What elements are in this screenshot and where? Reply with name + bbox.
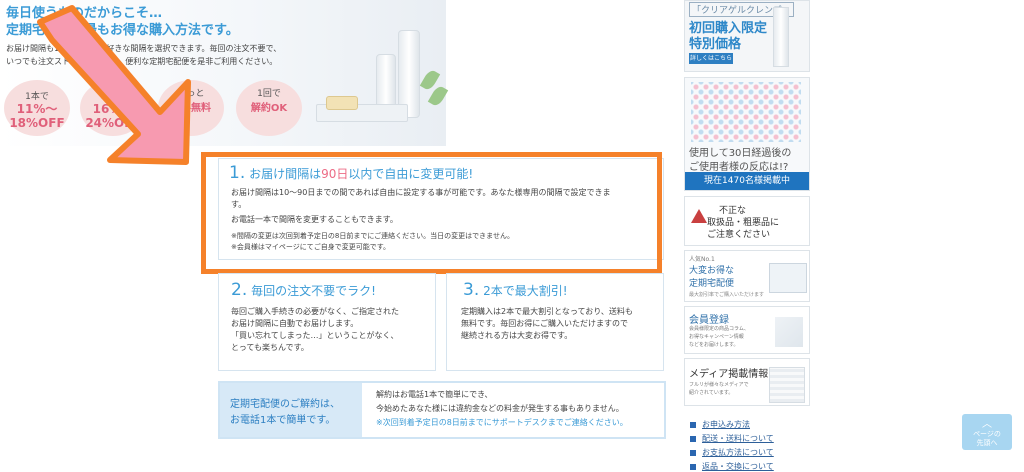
banner-4-sub: 最大割引率でご購入いただけます [689, 292, 765, 298]
pointer-arrow-icon [37, 5, 191, 165]
feature-3-line3: 継続される方は大変お得です。 [461, 331, 573, 340]
banner-5-title: 会員登録 [689, 315, 729, 326]
feature-section-2: 2. 毎回の注文不要でラク! 毎回ご購入手続きの必要がなく、ご指定された お届け… [218, 273, 436, 371]
banner-media-info[interactable]: メディア掲載情報 フルリが様々なメディアで 紹介されています。 [684, 358, 810, 406]
link-payment[interactable]: お支払方法について [690, 447, 774, 458]
feature-2-number: 2. [231, 280, 248, 300]
banner-2-line1: 使用して30日経過後の [689, 148, 792, 159]
feature-2-line4: とっても楽ちんです。 [231, 343, 309, 352]
feature-3-line1: 定期購入は2本で最大割引となっており、送料も [461, 307, 633, 316]
banner-2-line2: ご使用者様の反応は!? [689, 162, 789, 173]
link-shipping[interactable]: 配送・送料について [690, 433, 774, 444]
banner-1-bottle-image [773, 7, 789, 67]
feature-section-3: 3. 2本で最大割引! 定期購入は2本で最大割引となっており、送料も 無料です。… [446, 273, 664, 371]
benefit-4-top: 1回で [257, 89, 281, 99]
feature-2-title: 2. 毎回の注文不要でラク! [231, 280, 376, 300]
feature-3-line2: 無料です。毎回お得にご購入いただけますので [461, 319, 629, 328]
product-soap [326, 96, 358, 110]
member-image [775, 317, 803, 347]
banner-user-reviews[interactable]: 使用して30日経過後の ご使用者様の反応は!? 現在1470名様掲載中 [684, 77, 810, 191]
delivery-box-image [769, 263, 807, 293]
back-to-top-line1: ページの [973, 430, 1001, 438]
feature-2-line1: 毎回ご購入手続きの必要がなく、ご指定された [231, 307, 399, 316]
back-to-top-line2: 先頭へ [976, 439, 998, 447]
feature-2-line3: 「買い忘れてしまった…」ということがなく、 [231, 331, 399, 340]
cancel-info-box: 定期宅配便のご解約は、 お電話1本で簡単です。 解約はお電話1本で簡単にでき、 … [218, 381, 666, 439]
benefit-4-main: 解約OK [250, 103, 288, 114]
back-to-top-button[interactable]: ︿ ページの 先頭へ [962, 414, 1012, 450]
feature-2-line2: お届け間隔に自動でお届けします。 [231, 319, 359, 328]
cancel-text-line1: 解約はお電話1本で簡単にでき、 [376, 390, 493, 399]
feature-3-body: 定期購入は2本で最大割引となっており、送料も 無料です。毎回お得にご購入いただけ… [461, 306, 661, 342]
banner-3-line3: ご注意ください [707, 230, 771, 240]
link-returns[interactable]: 返品・交換について [690, 461, 774, 472]
banner-first-purchase[interactable]: 「クリアゲルクレンズ」 初回購入限定 特別価格 詳しくはこちら [684, 0, 810, 72]
banner-4-line2: 定期宅配便 [689, 279, 735, 289]
banner-6-desc1: フルリが様々なメディアで [689, 382, 749, 388]
cancel-text-line2: 今始めたあなた様には違約金などの料金が発生する事もありません。 [376, 404, 624, 413]
reviews-collage-image [691, 82, 801, 142]
banner-6-title: メディア掲載情報 [689, 369, 769, 380]
banner-2-count-bar: 現在1470名様掲載中 [685, 172, 809, 190]
benefit-circle-4: 1回で 解約OK [236, 80, 302, 136]
feature-2-title-text: 毎回の注文不要でラク! [251, 284, 376, 298]
banner-counterfeit-warning[interactable]: 不正な 取扱品・粗悪品に ご注意ください [684, 196, 810, 246]
banner-4-badge: 人気No.1 [689, 256, 715, 263]
banner-5-desc3: などをお届けします。 [689, 342, 739, 348]
cancel-text-line3: ※次回到着予定日の8日前までにサポートデスクまでご連絡ください。 [376, 418, 628, 427]
cancel-heading-line2: お電話1本で簡単です。 [230, 415, 336, 426]
chevron-up-icon: ︿ [982, 419, 992, 430]
highlight-frame [201, 152, 662, 274]
banner-5-desc2: お得なキャンペーン情報 [689, 334, 744, 340]
banner-1-line2: 特別価格 [689, 37, 742, 52]
banner-member-registration[interactable]: 会員登録 会員様限定の商品コラム、 お得なキャンペーン情報 などをお届けします。 [684, 306, 810, 354]
feature-3-title-text: 2本で最大割引! [483, 284, 568, 298]
banner-5-desc1: 会員様限定の商品コラム、 [689, 326, 749, 332]
feature-3-number: 3. [463, 280, 480, 300]
link-how-to-order[interactable]: お申込み方法 [690, 419, 750, 430]
banner-subscription[interactable]: 人気No.1 大変お得な 定期宅配便 最大割引率でご購入いただけます [684, 250, 810, 302]
banner-6-desc2: 紹介されています。 [689, 390, 734, 396]
warning-icon [691, 209, 707, 223]
feature-3-title: 3. 2本で最大割引! [463, 280, 568, 300]
magazine-image [769, 367, 805, 403]
banner-1-details-button[interactable]: 詳しくはこちら [689, 53, 733, 64]
cancel-heading-line1: 定期宅配便のご解約は、 [230, 399, 340, 410]
banner-4-line1: 大変お得な [689, 266, 735, 276]
cancel-info-heading: 定期宅配便のご解約は、 お電話1本で簡単です。 [220, 383, 362, 437]
feature-2-body: 毎回ご購入手続きの必要がなく、ご指定された お届け間隔に自動でお届けします。 「… [231, 306, 431, 354]
